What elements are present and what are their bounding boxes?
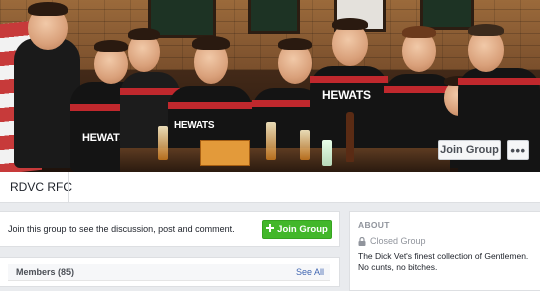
- privacy-label: Closed Group: [370, 236, 426, 246]
- divider: [68, 172, 69, 202]
- join-group-button[interactable]: Join Group: [262, 220, 332, 239]
- cover-glass: [300, 130, 310, 160]
- see-all-members-link[interactable]: See All: [296, 267, 324, 277]
- lock-icon: [358, 236, 366, 246]
- cover-table: [120, 148, 450, 172]
- members-title: Members (85): [16, 267, 75, 277]
- wall-frame: [420, 0, 474, 30]
- plus-icon: [266, 224, 275, 235]
- about-card: ABOUT Closed Group The Dick Vet's finest…: [349, 211, 540, 291]
- cover-box: [200, 140, 250, 166]
- privacy-row: Closed Group: [358, 236, 426, 246]
- cover-photo[interactable]: HEWATS HEWATS HEWATS Join Group •••: [0, 0, 540, 172]
- group-name[interactable]: RDVC RFC: [10, 180, 72, 194]
- about-title: ABOUT: [358, 220, 390, 230]
- cover-glass: [266, 122, 276, 160]
- join-group-label: Join Group: [277, 224, 328, 235]
- cover-glass: [158, 126, 168, 160]
- cover-join-group-label: Join Group: [440, 144, 499, 156]
- cover-bottle: [346, 112, 354, 162]
- wall-frame: [248, 0, 300, 34]
- more-options-button[interactable]: •••: [507, 140, 529, 160]
- cover-glass: [322, 140, 332, 166]
- join-prompt-text: Join this group to see the discussion, p…: [8, 224, 235, 234]
- join-prompt-card: Join this group to see the discussion, p…: [0, 211, 340, 247]
- group-description: The Dick Vet's finest collection of Gent…: [358, 251, 529, 272]
- members-header: Members (85) See All: [8, 264, 330, 281]
- cover-join-group-button[interactable]: Join Group: [438, 140, 501, 160]
- ellipsis-icon: •••: [510, 142, 526, 158]
- group-title-bar: RDVC RFC: [0, 172, 540, 203]
